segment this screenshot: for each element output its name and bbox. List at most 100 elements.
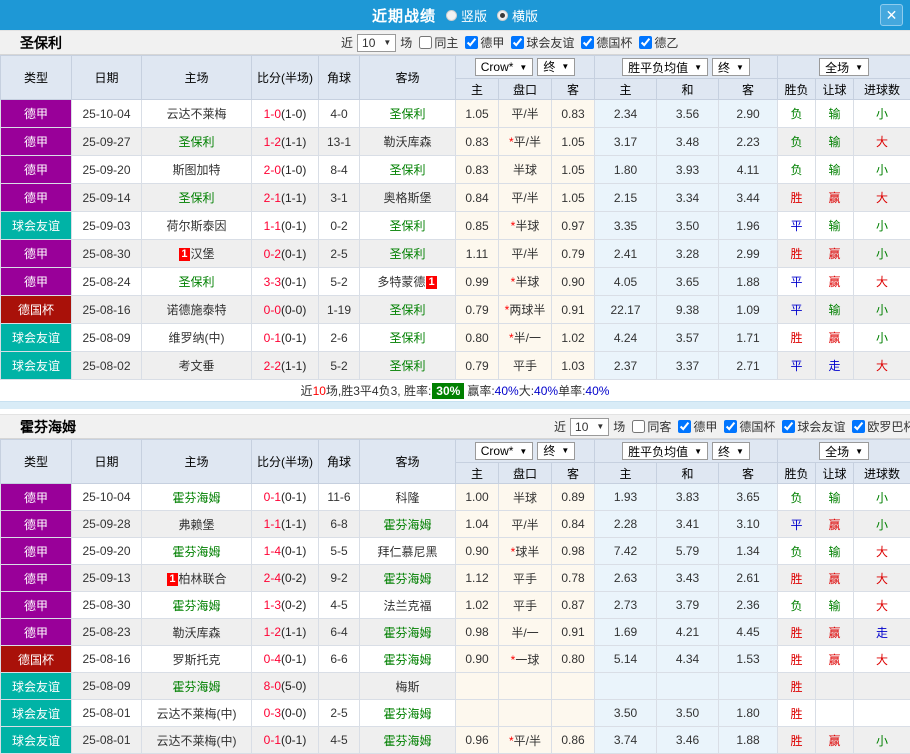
result-goals-cell: 小 — [853, 726, 910, 754]
table-row: 德甲 25-08-23 勒沃库森 1-2(1-1) 6-4 霍芬海姆 0.98 半/一 0.91… — [0, 618, 910, 646]
fulltime-score: 1-4 — [263, 544, 281, 558]
league-checkbox-德甲[interactable] — [678, 420, 692, 433]
final-odds-dropdown[interactable]: 终 ▼ — [537, 441, 576, 460]
corner-cell: 8-4 — [318, 155, 360, 184]
avg-odds-dropdown[interactable]: 胜平负均值 ▼ — [622, 58, 709, 76]
recent-count-select[interactable]: 10 ▼ — [357, 33, 397, 52]
stat-value: 40% — [585, 383, 610, 398]
line-star: * — [510, 219, 516, 233]
col-header-4: 角球 — [318, 55, 360, 100]
fulltime-dropdown[interactable]: 全场 ▼ — [819, 58, 870, 76]
bookmaker-dropdown[interactable]: Crow* ▼ — [474, 442, 534, 461]
away-team-cell: 圣保利 — [359, 323, 456, 352]
league-checkbox-球会友谊[interactable] — [511, 36, 525, 49]
team-label: 圣保利 — [389, 219, 426, 233]
league-checkbox-德国杯[interactable] — [581, 36, 595, 49]
fulltime-score: 0-1 — [263, 490, 281, 504]
avg-home-cell: 1.93 — [594, 483, 658, 511]
fulltime-group-header: 全场 ▼ — [777, 439, 910, 463]
avg-home-cell: 2.28 — [594, 510, 658, 538]
avg-draw-cell: 3.34 — [656, 183, 720, 212]
avg-draw-cell: 3.50 — [656, 699, 720, 727]
league-cell: 德甲 — [0, 183, 72, 212]
fulltime-score: 1-2 — [263, 625, 281, 639]
corner-cell: 5-2 — [318, 351, 360, 380]
odds-home-cell: 1.02 — [455, 591, 499, 619]
odds-line-cell: *半球 — [498, 267, 552, 296]
team-name: 霍芬海姆 — [20, 418, 76, 435]
league-cell: 德甲 — [0, 510, 72, 538]
sub-header-2: 客 — [550, 462, 596, 484]
same-venue-checkbox[interactable] — [632, 420, 646, 433]
odds-line-cell: 平手 — [498, 564, 552, 592]
radio-vertical-layout[interactable] — [445, 9, 457, 21]
home-team-cell: 1 柏林联合 — [141, 564, 252, 592]
avg-draw-cell: 3.37 — [656, 351, 720, 380]
result-goals-cell: 小 — [853, 155, 910, 184]
section-header: 霍芬海姆 近 10 ▼ 场 同客 德甲 德国杯 球会友谊 欧罗巴杯 — [0, 414, 910, 439]
bookmaker-dropdown[interactable]: Crow* ▼ — [474, 58, 534, 77]
odds-line-cell: *平/半 — [498, 726, 552, 754]
league-checkbox-球会友谊[interactable] — [782, 420, 796, 433]
avg-away-cell: 3.65 — [718, 483, 779, 511]
avg-draw-cell: 3.46 — [656, 726, 720, 754]
final-avg-dropdown[interactable]: 终 ▼ — [712, 442, 750, 460]
team-label: 多特蒙德 — [377, 275, 426, 289]
league-cell: 德甲 — [0, 99, 72, 128]
radio-horizontal-layout[interactable] — [497, 9, 508, 21]
sub-header-4: 和 — [656, 78, 720, 100]
result-wdl-cell: 负 — [777, 127, 817, 156]
table-row: 德甲 25-08-30 霍芬海姆 1-3(0-2) 4-5 法兰克福 1.02 平手 0.87 2… — [0, 591, 910, 619]
score-cell: 2-2(1-1) — [251, 351, 319, 380]
recent-count-select[interactable]: 10 ▼ — [570, 417, 610, 436]
avg-away-cell: 1.80 — [718, 699, 779, 727]
team-label: 维罗纳(中) — [168, 331, 225, 345]
home-team-cell: 1 汉堡 — [141, 239, 252, 268]
league-checkbox-欧罗巴杯[interactable] — [852, 420, 866, 433]
avg-draw-cell: 3.56 — [656, 99, 720, 128]
table-row: 德甲 25-09-13 1 柏林联合 2-4(0-2) 9-2 霍芬海姆 1.12 平手 0.78… — [0, 564, 910, 592]
close-button[interactable]: ✕ — [880, 4, 903, 26]
halftime-score: (1-0) — [281, 162, 307, 177]
league-checkbox-德国杯[interactable] — [724, 420, 738, 433]
halftime-score: (0-1) — [281, 490, 307, 504]
score-cell: 1-3(0-2) — [251, 591, 319, 619]
table-row: 德甲 25-09-14 圣保利 2-1(1-1) 3-1 奥格斯堡 0.84 平/半 1.05 2… — [0, 183, 910, 212]
avg-away-cell: 1.53 — [718, 645, 779, 673]
col-header-0: 类型 — [0, 439, 72, 484]
radio-vertical-label[interactable]: 竖版 — [461, 6, 487, 25]
away-team-cell: 勒沃库森 — [359, 127, 456, 156]
odds-home-cell: 0.96 — [455, 726, 499, 754]
sub-header-0: 主 — [455, 78, 499, 100]
radio-horizontal-label[interactable]: 横版 — [512, 6, 538, 25]
fulltime-dropdown[interactable]: 全场 ▼ — [819, 442, 870, 460]
same-venue-checkbox[interactable] — [419, 36, 433, 49]
result-wdl-cell: 平 — [777, 510, 817, 538]
sub-header-8: 进球数 — [853, 462, 910, 484]
date-cell: 25-10-04 — [71, 99, 142, 128]
date-cell: 25-09-13 — [71, 564, 142, 592]
avg-odds-dropdown[interactable]: 胜平负均值 ▼ — [622, 442, 709, 460]
date-cell: 25-08-30 — [71, 591, 142, 619]
date-cell: 25-08-02 — [71, 351, 142, 380]
league-checkbox-德甲[interactable] — [465, 36, 479, 49]
date-cell: 25-09-20 — [71, 155, 142, 184]
date-cell: 25-09-28 — [71, 510, 142, 538]
date-cell: 25-09-03 — [71, 211, 142, 240]
final-odds-dropdown[interactable]: 终 ▼ — [537, 57, 576, 76]
avg-odds-group-header: 胜平负均值 ▼ 终 ▼ — [594, 55, 779, 79]
team-label: 科隆 — [395, 490, 420, 505]
league-checkbox-德乙[interactable] — [639, 36, 653, 49]
result-wdl-cell: 负 — [777, 537, 817, 565]
fulltime-score: 0-4 — [263, 652, 281, 666]
halftime-score: (5-0) — [281, 679, 307, 693]
sub-header-1: 盘口 — [498, 78, 552, 100]
final-avg-dropdown[interactable]: 终 ▼ — [712, 58, 750, 76]
away-team-cell: 霍芬海姆 — [359, 726, 456, 754]
odds-away-cell: 0.78 — [550, 564, 596, 592]
away-team-cell: 圣保利 — [359, 155, 456, 184]
odds-line-cell: *球半 — [498, 537, 552, 565]
odds-away-cell: 0.90 — [550, 267, 596, 296]
avg-away-cell: 2.90 — [718, 99, 779, 128]
odds-away-cell: 0.83 — [550, 99, 596, 128]
